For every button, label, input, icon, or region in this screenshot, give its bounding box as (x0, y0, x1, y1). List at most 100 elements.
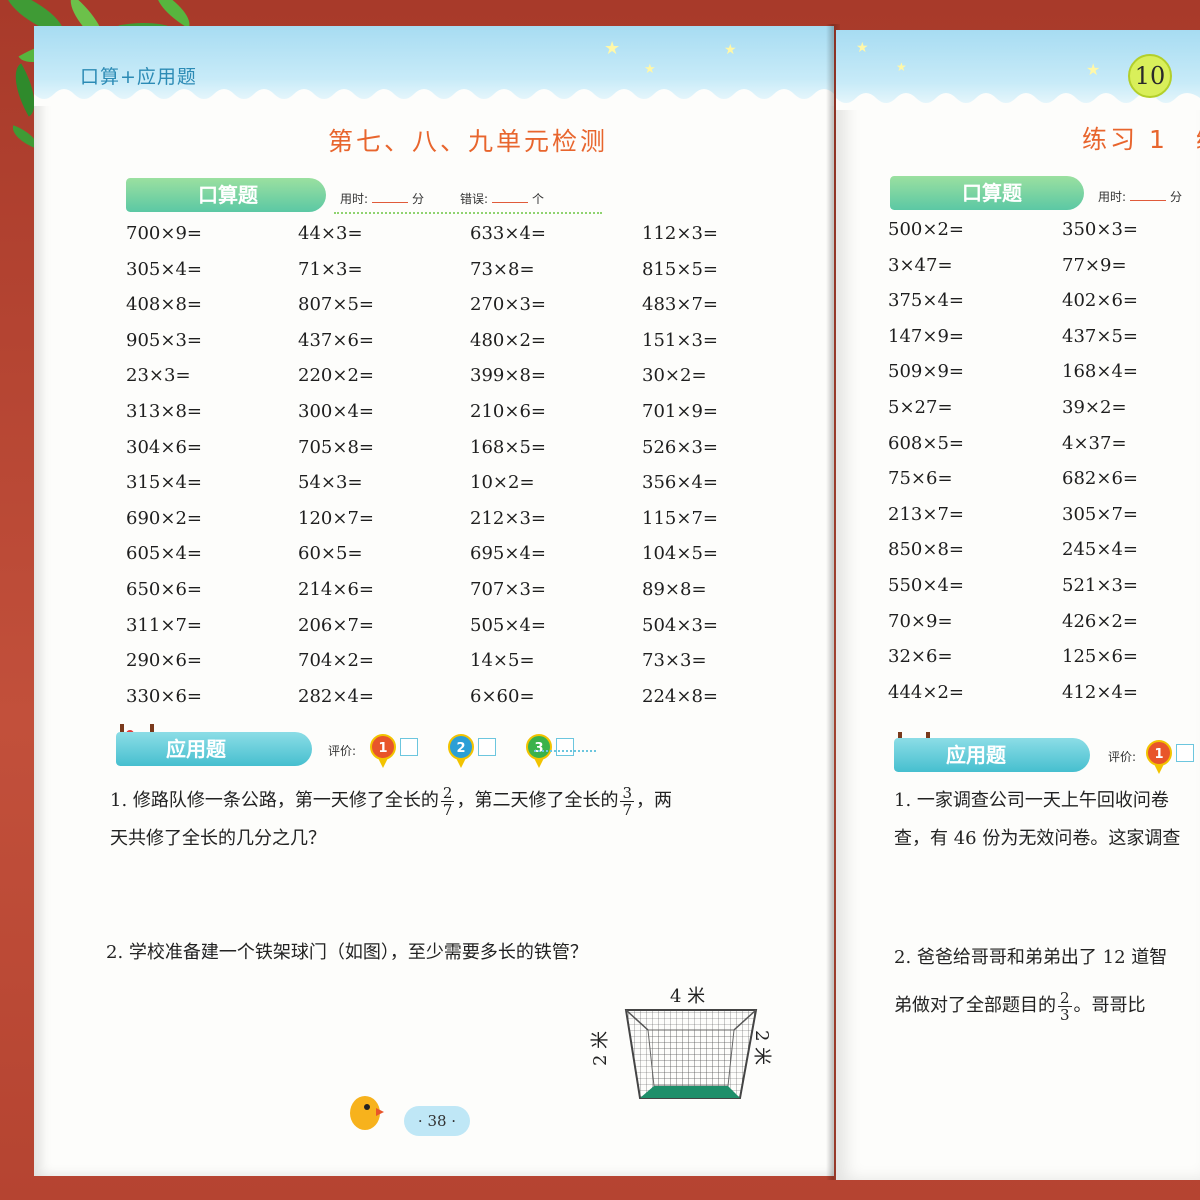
chick-icon (344, 1092, 384, 1134)
drill-item: 480×2= (470, 329, 546, 351)
drill-item: 700×9= (126, 223, 202, 244)
drill-item: 270×3= (470, 294, 546, 316)
drill-item: 815×5= (642, 258, 718, 280)
drill-item: 4×37= (1062, 432, 1127, 454)
section-divider (334, 212, 602, 214)
fraction: 37 (620, 783, 634, 819)
drill-item: 10×2= (470, 472, 535, 494)
drill-item: 330×6= (126, 685, 202, 707)
drill-item: 550×4= (888, 574, 964, 596)
drill-item: 168×5= (470, 436, 546, 458)
left-page: ★ ★ ★ 口算+应用题 第七、八、九单元检测 1 2 3 口算题 用时:分 错误:… (34, 26, 834, 1176)
applied-section-header: 应用题 (116, 732, 312, 766)
star-icon: ★ (1086, 60, 1101, 79)
rating-checkbox[interactable] (1176, 744, 1194, 762)
drill-item: 426×2= (1062, 610, 1138, 632)
error-blank[interactable] (492, 202, 529, 203)
rating-group: 1 2 3 (370, 734, 586, 768)
drill-item: 6×60= (470, 685, 535, 707)
oral-section-header: 口算题 (126, 178, 326, 212)
drill-item: 77×9= (1062, 254, 1127, 276)
drill-item: 399×8= (470, 365, 546, 387)
rating-label: 评价: (1108, 750, 1137, 764)
drill-item: 115×7= (642, 507, 718, 529)
drill-item: 73×3= (642, 650, 707, 672)
star-icon: ★ (724, 42, 737, 58)
drill-item: 282×4= (298, 685, 374, 707)
drill-item: 305×7= (1062, 503, 1138, 525)
drill-item: 168×4= (1062, 361, 1138, 383)
rating-label: 评价: (328, 744, 357, 758)
goal-right-label: 2 米 (751, 1030, 772, 1066)
drill-item: 707×3= (470, 578, 546, 600)
drill-item: 315×4= (126, 472, 202, 494)
drill-item: 73×8= (470, 258, 535, 280)
applied-section-label: 应用题 (946, 743, 1006, 767)
error-field: 错误: 个 (460, 192, 545, 206)
drill-item: 39×2= (1062, 396, 1127, 418)
drill-item: 509×9= (888, 361, 964, 383)
oral-drill-grid: 500×2= 350×3= 3×47= 77×9= 375×4= 402×6= 147×9=… (888, 212, 1200, 710)
drill-item: 526×3= (642, 436, 718, 458)
rating-checkbox[interactable] (478, 738, 496, 756)
drill-item: 30×2= (642, 365, 707, 387)
drill-item: 500×2= (888, 219, 964, 240)
drill-item: 608×5= (888, 432, 964, 454)
series-label: 口算+应用题 (80, 66, 197, 88)
page-title: 第七、八、九单元检测 (328, 127, 609, 156)
time-field: 用时: 分 (1098, 190, 1183, 204)
header-wave (34, 89, 834, 106)
medal-icon: 1 (1146, 740, 1172, 774)
drill-item: 605×4= (126, 543, 202, 565)
drill-item: 120×7= (298, 507, 374, 529)
drill-item: 3×47= (888, 254, 953, 276)
time-field: 用时: 分 (340, 192, 425, 206)
drill-item: 54×3= (298, 472, 363, 494)
top-page-number: 10 (1128, 54, 1172, 98)
medal-icon: 1 (370, 734, 396, 768)
section-divider (534, 750, 596, 752)
drill-item: 375×4= (888, 290, 964, 312)
drill-item: 905×3= (126, 329, 202, 351)
drill-item: 305×4= (126, 258, 202, 280)
oral-drill-grid: 700×9= 44×3= 633×4= 112×3= 305×4= 71×3= 73×8= 8… (126, 216, 814, 714)
drill-item: 437×6= (298, 329, 374, 351)
problem-2: 2. 爸爸给哥哥和弟弟出了 12 道智 弟做对了全部题目的 2 3 。哥哥比 (894, 947, 1168, 1024)
problem-1: 1. 一家调查公司一天上午回收问卷 查，有 46 份为无效问卷。这家调查 (894, 790, 1181, 849)
drill-item: 402×6= (1062, 290, 1138, 312)
drill-item: 210×6= (470, 400, 546, 422)
drill-item: 304×6= (126, 436, 202, 458)
rating-checkbox[interactable] (556, 738, 574, 756)
drill-item: 14×5= (470, 650, 535, 672)
drill-item: 151×3= (642, 329, 718, 351)
drill-item: 504×3= (642, 614, 718, 636)
drill-item: 437×5= (1062, 325, 1138, 347)
oral-section-label: 口算题 (198, 183, 258, 207)
drill-item: 5×27= (888, 396, 953, 418)
drill-item: 89×8= (642, 578, 707, 600)
drill-item: 350×3= (1062, 219, 1138, 240)
drill-item: 701×9= (642, 400, 718, 422)
star-icon: ★ (896, 60, 907, 74)
drill-item: 313×8= (126, 400, 202, 422)
rating-group: 1 (1146, 740, 1200, 774)
drill-item: 695×4= (470, 543, 546, 565)
drill-item: 104×5= (642, 543, 718, 565)
star-icon: ★ (604, 38, 621, 59)
drill-item: 125×6= (1062, 646, 1138, 668)
rating-checkbox[interactable] (400, 738, 418, 756)
star-icon: ★ (856, 40, 869, 56)
time-blank[interactable] (372, 202, 409, 203)
drill-item: 633×4= (470, 223, 546, 244)
drill-item: 214×6= (298, 578, 374, 600)
drill-item: 23×3= (126, 365, 191, 387)
drill-item: 224×8= (642, 685, 718, 707)
oral-section-label: 口算题 (962, 181, 1022, 205)
drill-item: 290×6= (126, 650, 202, 672)
drill-item: 44×3= (298, 223, 363, 244)
drill-item: 521×3= (1062, 574, 1138, 596)
problem-2: 2. 学校准备建一个铁架球门（如图），至少需要多长的铁管？ (106, 942, 588, 963)
medal-icon: 3 (526, 734, 552, 768)
drill-item: 505×4= (470, 614, 546, 636)
time-blank[interactable] (1130, 200, 1167, 201)
